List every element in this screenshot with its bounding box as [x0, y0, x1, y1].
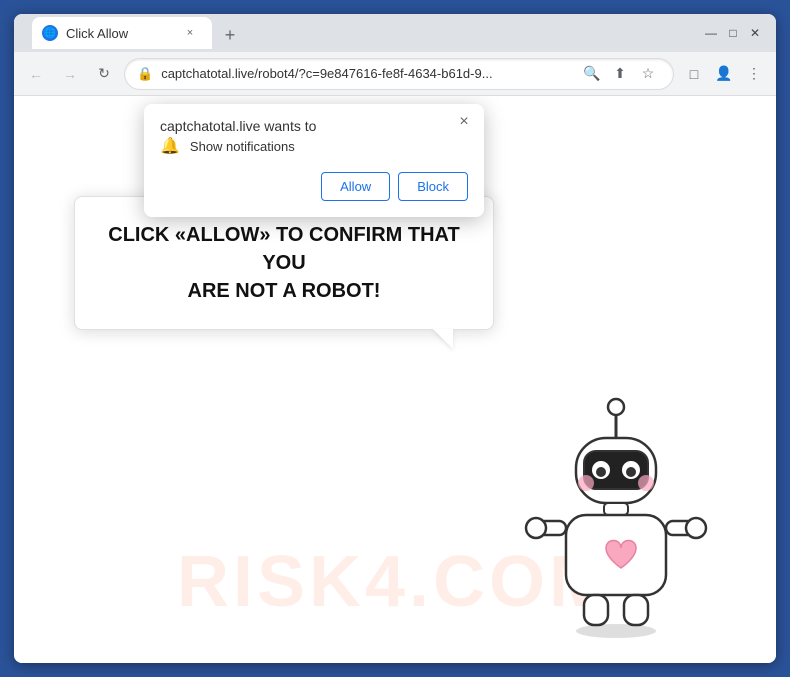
- maximize-button[interactable]: □: [724, 24, 742, 42]
- robot-illustration: [516, 383, 716, 643]
- title-bar: 🌐 Click Allow × + — □ ✕: [14, 14, 776, 52]
- profile-button[interactable]: 👤: [710, 60, 738, 88]
- main-message: CLICK «ALLOW» TO CONFIRM THAT YOU ARE NO…: [107, 221, 461, 305]
- notification-label: Show notifications: [190, 139, 295, 154]
- block-button[interactable]: Block: [398, 172, 468, 201]
- popup-close-button[interactable]: ×: [454, 112, 474, 132]
- notification-popup: captchatotal.live wants to × 🔔 Show noti…: [144, 104, 484, 217]
- search-url-button[interactable]: 🔍: [579, 61, 605, 87]
- url-text: captchatotal.live/robot4/?c=9e847616-fe8…: [161, 66, 571, 81]
- popup-buttons: Allow Block: [160, 172, 468, 201]
- address-bar: ← → ↻ 🔒 captchatotal.live/robot4/?c=9e84…: [14, 52, 776, 96]
- back-button[interactable]: ←: [22, 60, 50, 88]
- reload-button[interactable]: ↻: [90, 60, 118, 88]
- share-button[interactable]: ⬆: [607, 61, 633, 87]
- main-message-line2: ARE NOT A ROBOT!: [188, 280, 381, 302]
- bell-icon: 🔔: [160, 136, 180, 156]
- page-content: RISK4.COM captchatotal.live wants to × 🔔…: [14, 96, 776, 663]
- allow-button[interactable]: Allow: [321, 172, 390, 201]
- tab-favicon: 🌐: [42, 25, 58, 41]
- extensions-button[interactable]: □: [680, 60, 708, 88]
- url-actions: 🔍 ⬆ ☆: [579, 61, 661, 87]
- active-tab[interactable]: 🌐 Click Allow ×: [32, 17, 212, 49]
- popup-notification-row: 🔔 Show notifications: [160, 136, 468, 156]
- robot-svg: [516, 383, 716, 643]
- window-controls: — □ ✕: [702, 14, 764, 52]
- toolbar-right: □ 👤 ⋮: [680, 60, 768, 88]
- main-message-line1: CLICK «ALLOW» TO CONFIRM THAT YOU: [108, 224, 459, 274]
- new-tab-button[interactable]: +: [216, 21, 244, 49]
- bookmark-button[interactable]: ☆: [635, 61, 661, 87]
- forward-button[interactable]: →: [56, 60, 84, 88]
- tab-close-button[interactable]: ×: [182, 25, 198, 41]
- lock-icon: 🔒: [137, 66, 153, 82]
- minimize-button[interactable]: —: [702, 24, 720, 42]
- menu-button[interactable]: ⋮: [740, 60, 768, 88]
- close-button[interactable]: ✕: [746, 24, 764, 42]
- tab-bar: 🌐 Click Allow × +: [24, 17, 766, 49]
- popup-title: captchatotal.live wants to: [160, 118, 316, 134]
- url-box[interactable]: 🔒 captchatotal.live/robot4/?c=9e847616-f…: [124, 58, 674, 90]
- browser-window: 🌐 Click Allow × + — □ ✕ ← → ↻ 🔒 captchat…: [14, 14, 776, 663]
- tab-title: Click Allow: [66, 26, 174, 41]
